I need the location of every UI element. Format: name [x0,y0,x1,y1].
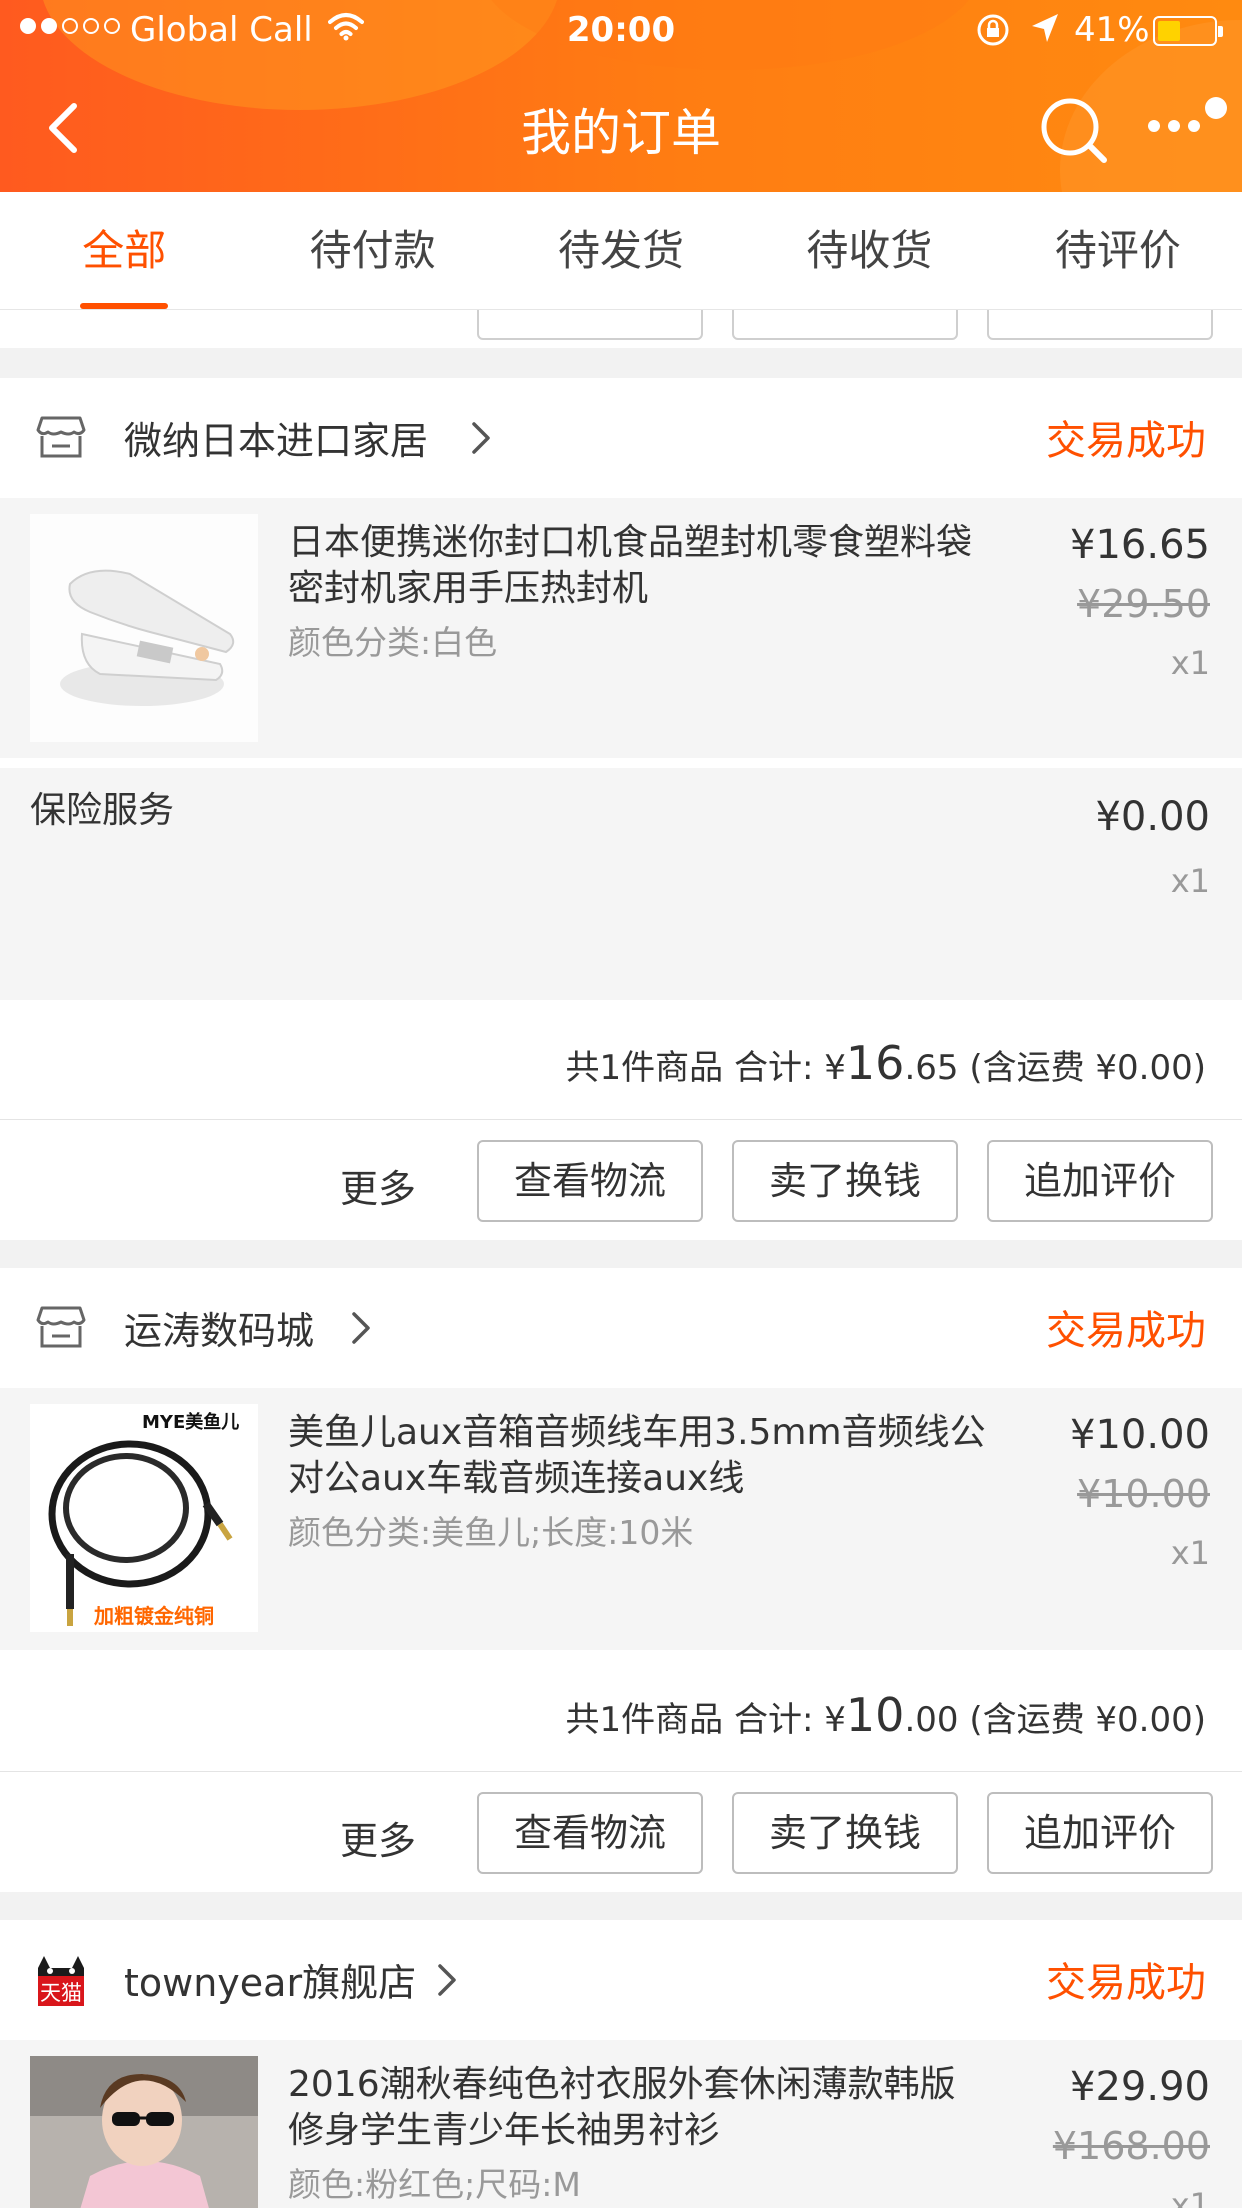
product-image-brand: MYE美鱼儿 [142,1412,240,1433]
product-title: 2016潮秋春纯色衬衣服外套休闲薄款韩版修身学生青少年长袖男衬衫 [288,2064,956,2151]
header: Global Call 20:00 41% 我的订单 [0,0,1242,192]
service-name: 保险服务 [30,790,175,831]
original-price: ¥10.00 [1077,1472,1210,1516]
order-card: 运涛数码城 交易成功 MYE美鱼儿 加粗镀金纯铜 美鱼儿aux音箱音频线车用3.… [0,1268,1242,1892]
shipping-fee: (含运费 ¥0.00) [958,1700,1206,1740]
product-price: ¥16.65 [1070,522,1210,568]
quantity: x1 [1170,644,1210,682]
order-tabs: 全部 待付款 待发货 待收货 待评价 [0,192,1242,310]
quantity: x1 [1170,2186,1210,2208]
order-item[interactable]: 2016潮秋春纯色衬衣服外套休闲薄款韩版修身学生青少年长袖男衬衫 颜色:粉红色;… [0,2040,1242,2208]
total-decimal: .65 [904,1048,959,1088]
tab-pending-review[interactable]: 待评价 [994,192,1242,309]
order-actions: 更多 查看物流 卖了换钱 追加评价 [0,1772,1242,1892]
quantity: x1 [1170,1534,1210,1572]
store-icon [36,1306,86,1348]
resell-button[interactable]: 卖了换钱 [732,1140,958,1222]
product-sku: 颜色分类:白色 [288,623,498,662]
product-image [30,514,258,742]
order-status: 交易成功 [1046,1960,1206,2006]
resell-button[interactable]: 卖了换钱 [732,1792,958,1874]
add-review-button[interactable]: 追加评价 [987,1792,1213,1874]
add-review-button[interactable]: 追加评价 [987,1140,1213,1222]
shop-row[interactable]: 天猫 townyear旗舰店 交易成功 [0,1920,1242,2040]
shop-name: 微纳日本进口家居 [124,419,429,463]
product-price: ¥29.90 [1070,2064,1210,2110]
order-actions: 更多 查看物流 卖了换钱 追加评价 [0,1120,1242,1240]
chevron-right-icon [352,1312,370,1344]
original-price: ¥29.50 [1077,582,1210,626]
order-card: 天猫 townyear旗舰店 交易成功 2016潮秋春纯色衬衣服外套休闲薄款韩版… [0,1920,1242,2208]
shop-row[interactable]: 运涛数码城 交易成功 [0,1268,1242,1388]
tmall-icon: 天猫 [34,1954,88,2006]
summary-text: 共1件商品 合计: ¥16.65 (含运费 ¥0.00) [565,1036,1206,1090]
service-item: 保险服务 ¥0.00 x1 [0,768,1242,1000]
order-status: 交易成功 [1046,1308,1206,1354]
rotation-lock-icon [977,14,1009,46]
product-image: MYE美鱼儿 加粗镀金纯铜 [30,1404,258,1632]
total-integer: 10 [845,1688,905,1742]
shop-name: 运涛数码城 [124,1309,315,1353]
original-price: ¥168.00 [1052,2124,1210,2168]
search-icon[interactable] [1038,96,1110,166]
product-price: ¥10.00 [1070,1412,1210,1458]
store-icon [36,416,86,458]
more-icon[interactable] [1144,94,1230,146]
battery-percent: 41% [1074,10,1150,50]
shop-row[interactable]: 微纳日本进口家居 交易成功 [0,378,1242,498]
tab-all[interactable]: 全部 [0,192,248,309]
total-integer: 16 [845,1036,905,1090]
status-bar: Global Call 20:00 41% [0,0,1242,60]
more-link[interactable]: 更多 [340,1810,416,1865]
shop-name: townyear旗舰店 [124,1961,417,2005]
service-price: ¥0.00 [1095,794,1210,840]
chevron-right-icon [438,1964,456,1996]
product-title: 美鱼儿aux音箱音频线车用3.5mm音频线公对公aux车载音频连接aux线 [288,1412,986,1499]
tab-pending-receipt[interactable]: 待收货 [745,192,993,309]
tab-pending-payment[interactable]: 待付款 [248,192,496,309]
product-title: 日本便携迷你封口机食品塑封机零食塑料袋密封机家用手压热封机 [288,522,973,609]
tab-pending-shipment[interactable]: 待发货 [497,192,745,309]
battery-fill [1158,21,1180,41]
shipping-fee: (含运费 ¥0.00) [958,1048,1206,1088]
battery-icon [1153,16,1223,46]
previous-order-remnant [0,280,1242,348]
more-link[interactable]: 更多 [340,1158,416,1213]
order-status: 交易成功 [1046,418,1206,464]
order-summary: 共1件商品 合计: ¥16.65 (含运费 ¥0.00) [0,1000,1242,1120]
order-card: 微纳日本进口家居 交易成功 日本便携迷你封口机食品塑封机零食塑料袋密封机家用手压… [0,378,1242,1240]
location-icon [1032,14,1058,42]
view-logistics-button[interactable]: 查看物流 [477,1140,703,1222]
total-decimal: .00 [904,1700,959,1740]
product-image-caption: 加粗镀金纯铜 [94,1604,214,1628]
product-sku: 颜色:粉红色;尺码:M [288,2165,581,2204]
order-summary: 共1件商品 合计: ¥10.00 (含运费 ¥0.00) [0,1652,1242,1772]
summary-text: 共1件商品 合计: ¥10.00 (含运费 ¥0.00) [565,1688,1206,1742]
product-sku: 颜色分类:美鱼儿;长度:10米 [288,1513,694,1552]
chevron-right-icon [472,422,490,454]
service-quantity: x1 [1170,862,1210,900]
view-logistics-button[interactable]: 查看物流 [477,1792,703,1874]
tmall-badge-text: 天猫 [40,1981,82,2005]
order-item[interactable]: 日本便携迷你封口机食品塑封机零食塑料袋密封机家用手压热封机 颜色分类:白色 ¥1… [0,498,1242,758]
order-item[interactable]: MYE美鱼儿 加粗镀金纯铜 美鱼儿aux音箱音频线车用3.5mm音频线公对公au… [0,1388,1242,1650]
product-image [30,2056,258,2208]
